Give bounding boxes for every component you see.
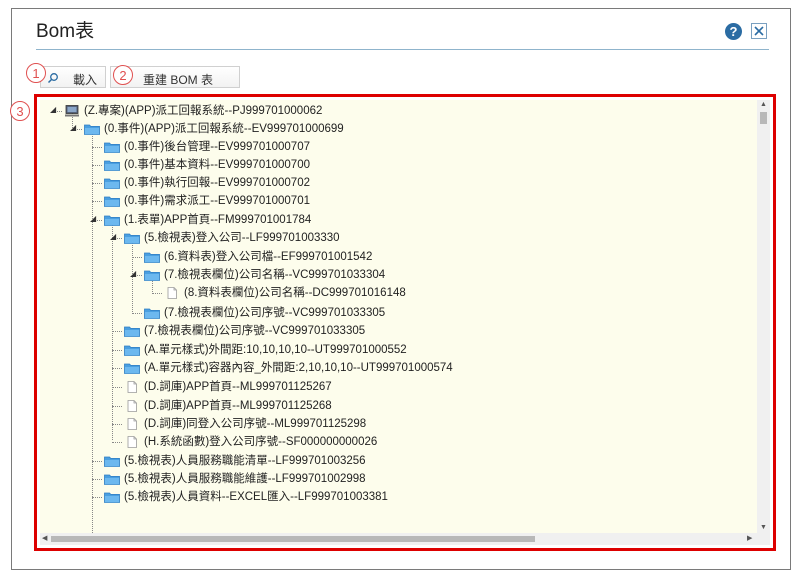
folder-icon xyxy=(104,141,120,153)
tree-node-label: (H.系統函數)登入公司序號--SF000000000026 xyxy=(144,436,378,448)
computer-icon xyxy=(64,105,80,117)
folder-icon xyxy=(104,473,120,485)
annotation-badge-2: 2 xyxy=(113,65,133,85)
folder-icon xyxy=(124,232,140,244)
tree-connector xyxy=(92,165,102,166)
folder-icon xyxy=(144,307,160,319)
folder-icon xyxy=(144,269,160,281)
folder-icon xyxy=(104,159,120,171)
tree-connector xyxy=(132,313,142,314)
tree-node-label: (D.詞庫)APP首頁--ML999701125268 xyxy=(144,400,332,412)
tree-node-label: (1.表單)APP首頁--FM999701001784 xyxy=(124,214,312,226)
scrollbar-corner xyxy=(757,533,770,545)
tree-node-label: (0.事件)(APP)派工回報系統--EV999701000699 xyxy=(104,123,344,135)
document-icon xyxy=(124,436,140,448)
bom-tree[interactable]: ◢ (Z.專案)(APP)派工回報系統--PJ999701000062 ◢ (0.事件… xyxy=(40,100,757,533)
horizontal-scroll-thumb[interactable] xyxy=(51,536,535,542)
expand-toggle-icon[interactable]: ◢ xyxy=(90,214,96,223)
tree-connector xyxy=(112,424,122,425)
folder-icon xyxy=(124,344,140,356)
folder-icon xyxy=(124,325,140,337)
expand-toggle-icon[interactable]: ◢ xyxy=(110,232,116,241)
tree-connector xyxy=(152,293,162,294)
tree-node-label: (0.事件)後台管理--EV999701000707 xyxy=(124,141,310,153)
tree-node-label: (A.單元樣式)容器內容_外間距:2,10,10,10--UT999701000… xyxy=(144,362,453,374)
tree-node-label: (7.檢視表欄位)公司名稱--VC999701033304 xyxy=(164,269,386,281)
tree-connector xyxy=(112,350,122,351)
tree-connector xyxy=(92,461,102,462)
tree-node-label: (7.檢視表欄位)公司序號--VC999701033305 xyxy=(164,307,386,319)
vertical-scrollbar[interactable]: ▲ ▼ xyxy=(757,100,770,533)
scroll-right-arrow[interactable]: ▶ xyxy=(747,535,752,542)
folder-icon xyxy=(104,177,120,189)
tree-node-label: (A.單元樣式)外間距:10,10,10,10--UT999701000552 xyxy=(144,344,407,356)
tree-node-label: (Z.專案)(APP)派工回報系統--PJ999701000062 xyxy=(84,105,323,117)
tree-connector xyxy=(112,368,122,369)
tree-node-label: (D.詞庫)同登入公司序號--ML999701125298 xyxy=(144,418,367,430)
load-label: 載入 xyxy=(73,73,98,87)
tree-node-label: (8.資料表欄位)公司名稱--DC999701016148 xyxy=(184,287,406,299)
tree-node-label: (5.檢視表)人員服務職能維護--LF999701002998 xyxy=(124,473,366,485)
tree-node-label: (5.檢視表)登入公司--LF999701003330 xyxy=(144,232,340,244)
tree-node-label: (D.詞庫)APP首頁--ML999701125267 xyxy=(144,381,332,393)
scroll-left-arrow[interactable]: ◀ xyxy=(42,535,47,542)
expand-toggle-icon[interactable]: ◢ xyxy=(70,123,76,132)
expand-toggle-icon[interactable]: ◢ xyxy=(50,105,56,114)
tree-connector xyxy=(112,442,122,443)
document-icon xyxy=(124,418,140,430)
tree-connector xyxy=(92,201,102,202)
horizontal-scrollbar[interactable]: ◀ ▶ xyxy=(40,533,757,545)
dialog-title: Bom表 xyxy=(36,21,95,42)
tree-connector xyxy=(92,497,102,498)
annotation-badge-3: 3 xyxy=(10,101,30,121)
folder-icon xyxy=(124,362,140,374)
folder-icon xyxy=(84,123,100,135)
close-icon xyxy=(754,26,764,36)
scroll-up-arrow[interactable]: ▲ xyxy=(760,101,767,108)
tree-node-label: (6.資料表)登入公司檔--EF999701001542 xyxy=(164,251,373,263)
tree-node-label: (5.檢視表)人員服務職能清單--LF999701003256 xyxy=(124,455,366,467)
tree-node-label: (0.事件)執行回報--EV999701000702 xyxy=(124,177,310,189)
tree-connector xyxy=(92,147,102,148)
scroll-down-arrow[interactable]: ▼ xyxy=(760,524,767,531)
tree-connector xyxy=(132,257,142,258)
rebuild-label: 重建 BOM 表 xyxy=(143,73,214,87)
bom-tree-panel: ◢ (Z.專案)(APP)派工回報系統--PJ999701000062 ◢ (0.事件… xyxy=(34,94,776,551)
tree-node-label: (0.事件)基本資料--EV999701000700 xyxy=(124,159,310,171)
folder-icon xyxy=(104,214,120,226)
document-icon xyxy=(124,381,140,393)
title-divider xyxy=(36,49,769,50)
folder-icon xyxy=(144,251,160,263)
document-icon xyxy=(124,400,140,412)
close-button[interactable] xyxy=(751,23,767,39)
annotation-badge-1: 1 xyxy=(26,63,46,83)
tree-node-label: (5.檢視表)人員資料--EXCEL匯入--LF999701003381 xyxy=(124,491,388,503)
tree-connector xyxy=(92,479,102,480)
search-icon xyxy=(47,73,58,84)
tree-node-label: (0.事件)需求派工--EV999701000701 xyxy=(124,195,310,207)
tree-guide-line xyxy=(92,128,93,533)
tree-node-label: (7.檢視表欄位)公司序號--VC999701033305 xyxy=(144,325,366,337)
document-icon xyxy=(164,287,180,299)
folder-icon xyxy=(104,491,120,503)
tree-connector xyxy=(112,387,122,388)
tree-connector xyxy=(112,406,122,407)
tree-connector xyxy=(112,331,122,332)
vertical-scroll-thumb[interactable] xyxy=(760,112,767,124)
load-button[interactable]: 載入 xyxy=(40,66,106,88)
folder-icon xyxy=(104,195,120,207)
expand-toggle-icon[interactable]: ◢ xyxy=(130,269,136,278)
folder-icon xyxy=(104,455,120,467)
tree-connector xyxy=(92,183,102,184)
help-icon[interactable]: ? xyxy=(725,23,742,40)
